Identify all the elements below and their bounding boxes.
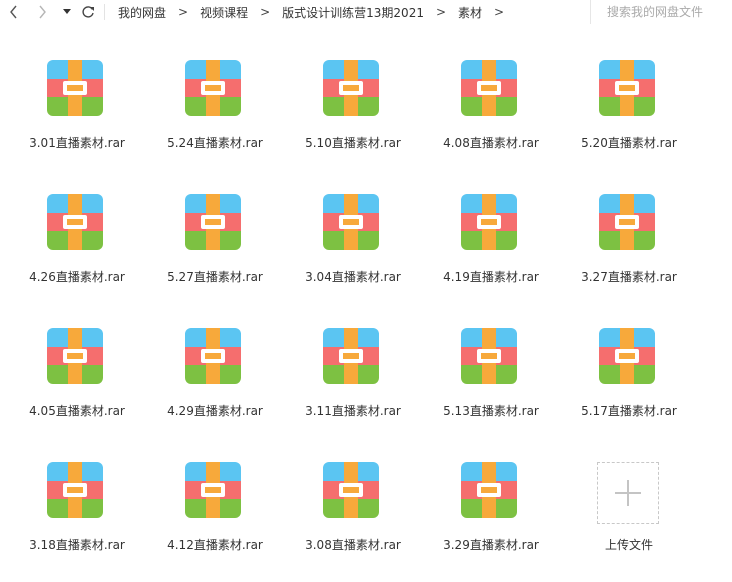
rar-archive-icon: [461, 328, 517, 384]
rar-archive-icon: [47, 60, 103, 116]
file-item[interactable]: 5.13直播素材.rar: [422, 314, 560, 448]
upload-label: 上传文件: [604, 538, 653, 552]
rar-archive-icon: [47, 462, 103, 518]
file-item[interactable]: 3.11直播素材.rar: [284, 314, 422, 448]
rar-archive-icon: [599, 328, 655, 384]
file-item[interactable]: 3.04直播素材.rar: [284, 180, 422, 314]
breadcrumb-separator: >: [435, 5, 447, 19]
rar-archive-icon: [323, 462, 379, 518]
caret-down-icon: [63, 9, 71, 14]
breadcrumb-separator: >: [494, 5, 505, 19]
file-item[interactable]: 5.24直播素材.rar: [146, 46, 284, 180]
rar-archive-icon: [323, 60, 379, 116]
rar-archive-icon: [47, 328, 103, 384]
file-name: 3.01直播素材.rar: [29, 136, 125, 150]
file-name: 5.24直播素材.rar: [167, 136, 263, 150]
file-name: 3.18直播素材.rar: [29, 538, 125, 552]
file-item[interactable]: 5.20直播素材.rar: [560, 46, 698, 180]
file-name: 5.17直播素材.rar: [581, 404, 677, 418]
file-name: 3.04直播素材.rar: [305, 270, 401, 284]
chevron-left-icon: [10, 5, 17, 19]
file-item[interactable]: 5.10直播素材.rar: [284, 46, 422, 180]
file-item[interactable]: 3.01直播素材.rar: [8, 46, 146, 180]
file-name: 4.08直播素材.rar: [443, 136, 539, 150]
file-item[interactable]: 3.08直播素材.rar: [284, 448, 422, 582]
search-box: [590, 0, 732, 24]
file-item[interactable]: 3.18直播素材.rar: [8, 448, 146, 582]
upload-dropzone: [597, 462, 659, 524]
rar-archive-icon: [185, 328, 241, 384]
rar-archive-icon: [461, 60, 517, 116]
file-name: 4.05直播素材.rar: [29, 404, 125, 418]
breadcrumb-item-my-drive[interactable]: 我的网盘: [118, 4, 166, 21]
toolbar: 我的网盘 > 视频课程 > 版式设计训练营13期2021 > 素材 >: [0, 0, 732, 26]
file-grid: 3.01直播素材.rar 5.24直播素材.rar 5.10直播素材.rar 4…: [8, 46, 698, 582]
search-input[interactable]: [605, 4, 732, 20]
rar-archive-icon: [323, 328, 379, 384]
file-name: 4.29直播素材.rar: [167, 404, 263, 418]
breadcrumb-item-materials[interactable]: 素材: [458, 4, 482, 21]
breadcrumb-item-video-courses[interactable]: 视频课程: [200, 4, 248, 21]
history-dropdown-button[interactable]: [57, 2, 77, 22]
file-item[interactable]: 4.08直播素材.rar: [422, 46, 560, 180]
breadcrumb-separator: >: [178, 5, 189, 19]
rar-archive-icon: [47, 194, 103, 250]
file-name: 3.27直播素材.rar: [581, 270, 677, 284]
upload-file-button[interactable]: 上传文件: [560, 448, 698, 582]
rar-archive-icon: [461, 462, 517, 518]
file-name: 5.20直播素材.rar: [581, 136, 677, 150]
file-item[interactable]: 5.17直播素材.rar: [560, 314, 698, 448]
file-item[interactable]: 5.27直播素材.rar: [146, 180, 284, 314]
file-name: 5.10直播素材.rar: [305, 136, 401, 150]
back-button[interactable]: [4, 2, 24, 22]
file-item[interactable]: 3.27直播素材.rar: [560, 180, 698, 314]
file-name: 4.12直播素材.rar: [167, 538, 263, 552]
plus-icon: [615, 480, 641, 506]
chevron-right-icon: [39, 5, 46, 19]
rar-archive-icon: [599, 194, 655, 250]
file-item[interactable]: 4.12直播素材.rar: [146, 448, 284, 582]
file-item[interactable]: 4.19直播素材.rar: [422, 180, 560, 314]
rar-archive-icon: [599, 60, 655, 116]
forward-button[interactable]: [32, 2, 52, 22]
refresh-button[interactable]: [78, 2, 98, 22]
breadcrumb: 我的网盘 > 视频课程 > 版式设计训练营13期2021 > 素材 >: [118, 4, 516, 20]
file-name: 5.13直播素材.rar: [443, 404, 539, 418]
refresh-icon: [82, 6, 94, 18]
file-name: 3.11直播素材.rar: [305, 404, 401, 418]
file-item[interactable]: 4.05直播素材.rar: [8, 314, 146, 448]
breadcrumb-item-course-folder[interactable]: 版式设计训练营13期2021: [282, 4, 424, 21]
rar-archive-icon: [185, 60, 241, 116]
file-item[interactable]: 3.29直播素材.rar: [422, 448, 560, 582]
rar-archive-icon: [461, 194, 517, 250]
rar-archive-icon: [185, 194, 241, 250]
file-name: 4.26直播素材.rar: [29, 270, 125, 284]
file-item[interactable]: 4.29直播素材.rar: [146, 314, 284, 448]
file-name: 3.29直播素材.rar: [443, 538, 539, 552]
rar-archive-icon: [185, 462, 241, 518]
rar-archive-icon: [323, 194, 379, 250]
file-name: 4.19直播素材.rar: [443, 270, 539, 284]
breadcrumb-separator: >: [260, 5, 271, 19]
file-name: 5.27直播素材.rar: [167, 270, 263, 284]
file-name: 3.08直播素材.rar: [305, 538, 401, 552]
file-item[interactable]: 4.26直播素材.rar: [8, 180, 146, 314]
toolbar-divider: [104, 4, 105, 20]
